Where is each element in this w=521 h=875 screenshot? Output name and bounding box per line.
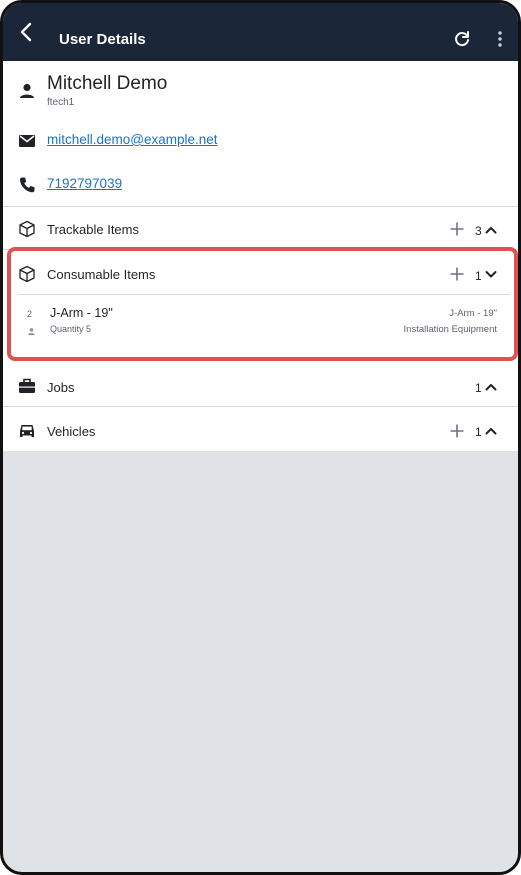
chevron-up-icon[interactable] <box>484 223 498 237</box>
item-quantity: Quantity 5 <box>50 324 92 334</box>
vehicles-count: 1 <box>475 425 482 439</box>
divider <box>3 206 518 207</box>
section-label: Trackable Items <box>47 222 139 237</box>
email-link[interactable]: mitchell.demo@example.net <box>47 132 218 147</box>
briefcase-icon <box>17 376 37 396</box>
user-details-content: Mitchell Demo ftech1 mitchell.demo@examp… <box>3 61 518 451</box>
device-frame: User Details Mitchell Demo ftech1 mitche… <box>0 0 521 875</box>
chevron-down-icon[interactable] <box>484 267 498 281</box>
refresh-icon[interactable] <box>452 29 472 49</box>
section-label: Jobs <box>47 380 75 395</box>
section-label: Consumable Items <box>47 267 156 282</box>
divider <box>17 294 510 295</box>
phone-icon <box>17 175 37 195</box>
item-name: J-Arm - 19" <box>50 306 113 320</box>
chevron-up-icon[interactable] <box>484 380 498 394</box>
app-bar: User Details <box>3 3 518 61</box>
consumable-count: 1 <box>475 269 482 283</box>
divider <box>3 249 518 250</box>
person-icon <box>17 81 37 101</box>
package-icon <box>17 264 37 284</box>
page-title: User Details <box>59 31 146 48</box>
user-username: ftech1 <box>47 97 75 108</box>
person-icon <box>27 323 36 336</box>
car-icon <box>17 421 37 441</box>
trackable-count: 3 <box>475 224 482 238</box>
chevron-up-icon[interactable] <box>484 424 498 438</box>
add-vehicle-button[interactable] <box>449 423 465 439</box>
section-label: Vehicles <box>47 424 96 439</box>
jobs-count: 1 <box>475 381 482 395</box>
divider <box>3 406 518 407</box>
phone-link[interactable]: 7192797039 <box>47 176 122 191</box>
package-icon <box>17 219 37 239</box>
add-trackable-item-button[interactable] <box>449 221 465 237</box>
item-model: J-Arm - 19" <box>449 308 497 319</box>
more-vertical-icon[interactable] <box>490 29 510 49</box>
back-icon[interactable] <box>15 20 39 44</box>
mail-icon <box>17 131 37 151</box>
item-number: 2 <box>27 309 33 319</box>
user-name: Mitchell Demo <box>47 73 168 94</box>
add-consumable-item-button[interactable] <box>449 266 465 282</box>
item-category: Installation Equipment <box>403 324 497 335</box>
